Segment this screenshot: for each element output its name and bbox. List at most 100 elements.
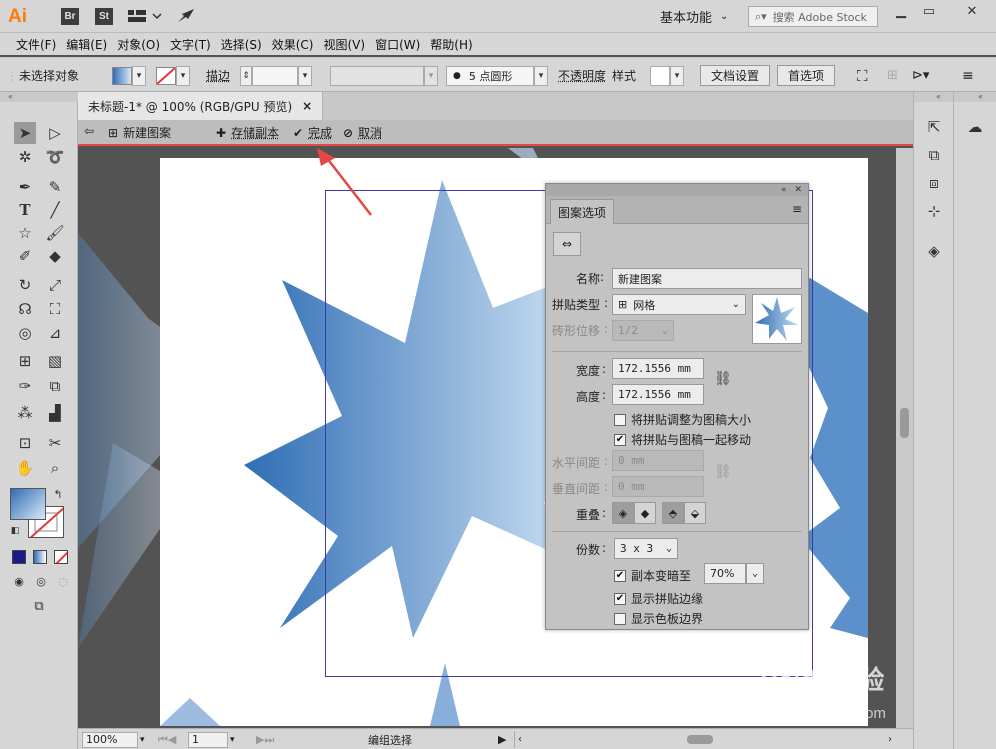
save-copy-button[interactable]: ✚ 存储副本 (216, 124, 279, 141)
overlap-left-icon[interactable]: ◈ (612, 502, 634, 524)
profile-field[interactable] (330, 65, 424, 86)
chevron-down-icon[interactable]: ▾ (140, 735, 145, 745)
warp-tool-icon[interactable]: ☊ (14, 298, 36, 320)
selection-tool-icon[interactable]: ➤ (14, 122, 36, 144)
menu-object[interactable]: 对象(O) (112, 36, 165, 53)
width-input[interactable]: 172.1556 mm (612, 358, 704, 379)
cc-libraries-icon[interactable]: ☁ (964, 116, 986, 138)
collapse-icon[interactable]: « (914, 92, 954, 102)
checkbox-empty[interactable] (614, 612, 626, 625)
shaper-tool-icon[interactable]: ✐ (14, 245, 36, 267)
artboards-icon[interactable]: ⊹ (923, 200, 945, 222)
maximize-button[interactable]: ▭ (914, 1, 944, 21)
adobe-stock-search[interactable]: ⌕▾ 搜索 Adobe Stock (748, 6, 878, 27)
last-artboard-icon[interactable]: ▶⏭ (256, 731, 274, 748)
show-swatch-bounds-checkbox[interactable]: 显示色板边界 (614, 610, 703, 627)
panel-menu-icon[interactable]: ≡ (962, 65, 974, 86)
document-setup-button[interactable]: 文档设置 (700, 65, 771, 86)
brush-definition[interactable]: ● 5 点圆形 ▾ (446, 65, 548, 86)
close-icon[interactable]: × (302, 99, 312, 113)
menu-edit[interactable]: 编辑(E) (61, 36, 112, 53)
column-graph-tool-icon[interactable]: ▟ (44, 402, 66, 424)
perspective-grid-tool-icon[interactable]: ⊿ (44, 322, 66, 344)
slice-tool-icon[interactable]: ✂ (44, 432, 66, 454)
swap-fill-stroke-icon[interactable]: ↰ (50, 486, 66, 502)
show-tile-edge-checkbox[interactable]: ✔ 显示拼贴边缘 (614, 590, 703, 607)
checkmark-icon[interactable]: ✔ (614, 433, 626, 446)
first-artboard-icon[interactable]: ⏮◀ (158, 731, 176, 748)
brush-field[interactable]: ● 5 点圆形 (446, 65, 534, 86)
status-menu-icon[interactable]: ▶ (498, 731, 506, 748)
menu-select[interactable]: 选择(S) (216, 36, 267, 53)
transform-icon[interactable]: ⛶ (857, 65, 868, 86)
chevron-down-icon[interactable]: ▾ (670, 65, 684, 86)
arrange-documents-icon[interactable] (128, 7, 162, 25)
dim-copies-input[interactable]: 70% (704, 563, 746, 584)
draw-inside-icon[interactable]: ◌ (54, 572, 72, 590)
blend-tool-icon[interactable]: ⧉ (44, 375, 66, 397)
overlap-right-icon[interactable]: ◆ (634, 502, 656, 524)
scroll-left-icon[interactable]: ‹ (518, 734, 522, 745)
layers-icon[interactable]: ◈ (923, 240, 945, 262)
type-tool-icon[interactable]: T (14, 199, 36, 221)
overlap-bottom-icon[interactable]: ⬙ (684, 502, 706, 524)
magic-wand-tool-icon[interactable]: ✲ (14, 146, 36, 168)
minimize-button[interactable]: ▁ (886, 1, 916, 21)
chevron-down-icon[interactable]: ▾ (230, 735, 235, 745)
curvature-tool-icon[interactable]: ✎ (44, 176, 66, 198)
scale-tool-icon[interactable]: ⤢ (44, 274, 66, 296)
tile-editor-icon[interactable]: ⇔ (553, 232, 581, 256)
checkmark-icon[interactable]: ✔ (614, 592, 626, 605)
chevron-down-icon[interactable]: ▾ (534, 65, 548, 86)
size-tile-to-art-checkbox[interactable]: 将拼贴调整为图稿大小 (614, 411, 751, 428)
star-tool-icon[interactable]: ☆ (14, 222, 36, 244)
height-input[interactable]: 172.1556 mm (612, 384, 704, 405)
menu-type[interactable]: 文字(T) (165, 36, 216, 53)
chevron-down-icon[interactable]: ▾ (176, 65, 190, 86)
hand-tool-icon[interactable]: ✋ (14, 457, 36, 479)
zoom-value[interactable]: 100% (82, 731, 138, 748)
menu-effect[interactable]: 效果(C) (267, 36, 319, 53)
tab-pattern-options[interactable]: 图案选项 (550, 199, 614, 224)
scroll-thumb[interactable] (687, 735, 713, 744)
menu-window[interactable]: 窗口(W) (370, 36, 425, 53)
v-spacing-input[interactable]: 0 mm (612, 476, 704, 497)
gpu-performance-icon[interactable] (176, 7, 196, 25)
close-icon[interactable]: ✕ (794, 185, 802, 195)
stock-button[interactable]: St (95, 8, 113, 25)
dim-copies-checkbox[interactable]: ✔ 副本变暗至 (614, 567, 691, 584)
asset-export-icon[interactable]: ⧈ (923, 172, 945, 194)
collapse-icon[interactable]: « (781, 185, 787, 195)
align-icon[interactable]: ⊞ (887, 65, 898, 86)
export-icon[interactable]: ⇱ (923, 116, 945, 138)
eraser-tool-icon[interactable]: ◆ (44, 245, 66, 267)
isolate-icon[interactable]: ⊳▾ (912, 65, 929, 86)
lasso-tool-icon[interactable]: ➰ (44, 146, 66, 168)
artboard-number[interactable]: 1 (188, 731, 228, 748)
collapse-icon[interactable]: « (0, 92, 78, 102)
draw-behind-icon[interactable]: ◎ (32, 572, 50, 590)
style-swatch[interactable] (650, 65, 670, 86)
stroke-swatch[interactable] (156, 66, 176, 85)
arrange-icon[interactable]: ⧉ (923, 144, 945, 166)
preferences-button[interactable]: 首选项 (777, 65, 836, 86)
done-button[interactable]: ✔ 完成 (293, 124, 332, 141)
chevron-down-icon[interactable]: ▾ (424, 65, 438, 86)
pattern-name-input[interactable]: 新建图案 (612, 268, 802, 289)
h-spacing-input[interactable]: 0 mm (612, 450, 704, 471)
screen-mode-icon[interactable]: ⧉ (28, 597, 50, 615)
variable-width-profile[interactable]: ▾ (330, 65, 438, 86)
brick-offset-select[interactable]: 1/2 ⌄ (612, 320, 674, 341)
bridge-button[interactable]: Br (61, 8, 79, 25)
chevron-down-icon[interactable]: ▾ (132, 65, 146, 86)
artboard-tool-icon[interactable]: ⊡ (14, 432, 36, 454)
scroll-thumb[interactable] (900, 408, 909, 438)
overlap-top-icon[interactable]: ⬘ (662, 502, 684, 524)
cancel-button[interactable]: ⊘ 取消 (343, 124, 382, 141)
zoom-tool-icon[interactable]: ⌕ (44, 457, 66, 479)
default-colors-icon[interactable]: ◧ (8, 524, 22, 538)
tile-type-select[interactable]: ⊞ 网格 ⌄ (612, 294, 746, 315)
vertical-scrollbar[interactable] (896, 148, 913, 728)
symbol-sprayer-tool-icon[interactable]: ⁂ (14, 402, 36, 424)
shape-builder-tool-icon[interactable]: ◎ (14, 322, 36, 344)
